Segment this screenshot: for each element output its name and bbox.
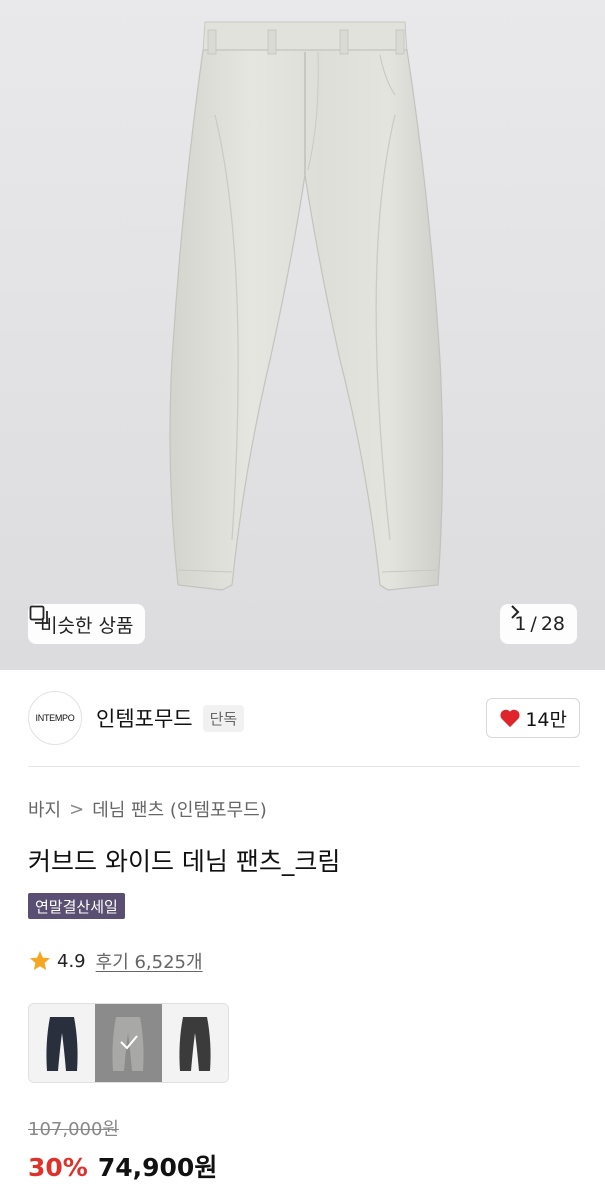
- price-row: 30% 74,900원: [28, 1148, 217, 1184]
- divider: [28, 766, 580, 767]
- original-price: 107,000원: [28, 1119, 119, 1140]
- like-count: 14만: [525, 708, 567, 731]
- swatch-pants-image: [179, 1017, 211, 1071]
- breadcrumb-category[interactable]: 바지: [28, 796, 61, 822]
- checkmark-icon: [120, 1035, 139, 1050]
- color-swatches: [28, 1003, 229, 1083]
- breadcrumb: 바지 > 데님 팬츠 (인템포무드): [28, 796, 267, 822]
- chevron-right-icon: [511, 605, 520, 619]
- rating-row: 4.9 후기 6,525개: [28, 948, 203, 974]
- swatch-pants-image: [46, 1017, 78, 1071]
- final-price: 74,900원: [97, 1153, 218, 1182]
- review-count-link[interactable]: 후기 6,525개: [96, 948, 203, 974]
- similar-products-label: 비슷한 상품: [40, 614, 134, 637]
- similar-products-button[interactable]: 비슷한 상품: [28, 604, 146, 644]
- color-swatch-navy[interactable]: [29, 1004, 96, 1082]
- breadcrumb-subcategory[interactable]: 데님 팬츠 (인템포무드): [92, 796, 267, 822]
- similar-items-icon: [29, 605, 48, 624]
- brand-name[interactable]: 인템포무드: [96, 703, 193, 733]
- like-button[interactable]: 14만: [486, 698, 580, 738]
- rating-value: 4.9: [57, 950, 86, 972]
- star-icon: [30, 951, 50, 970]
- image-page-counter[interactable]: 1 / 28: [500, 604, 577, 644]
- product-title: 커브드 와이드 데님 팬츠_크림: [28, 847, 341, 876]
- brand-logo[interactable]: INTEMPO: [28, 691, 82, 745]
- breadcrumb-arrow-icon: >: [69, 798, 85, 820]
- page-separator: /: [530, 613, 537, 635]
- color-swatch-cream[interactable]: [95, 1004, 162, 1082]
- heart-icon: [500, 709, 520, 728]
- sale-badge: 연말결산세일: [28, 893, 125, 919]
- color-swatch-charcoal[interactable]: [161, 1004, 228, 1082]
- total-pages: 28: [540, 613, 565, 635]
- product-image-gallery[interactable]: 비슷한 상품 1 / 28: [0, 0, 605, 670]
- brand-logo-text: INTEMPO: [35, 713, 75, 723]
- product-image: [169, 21, 444, 591]
- brand-row: INTEMPO 인템포무드 단독 14만: [28, 690, 580, 746]
- discount-rate: 30%: [28, 1153, 88, 1182]
- exclusive-tag: 단독: [202, 704, 245, 732]
